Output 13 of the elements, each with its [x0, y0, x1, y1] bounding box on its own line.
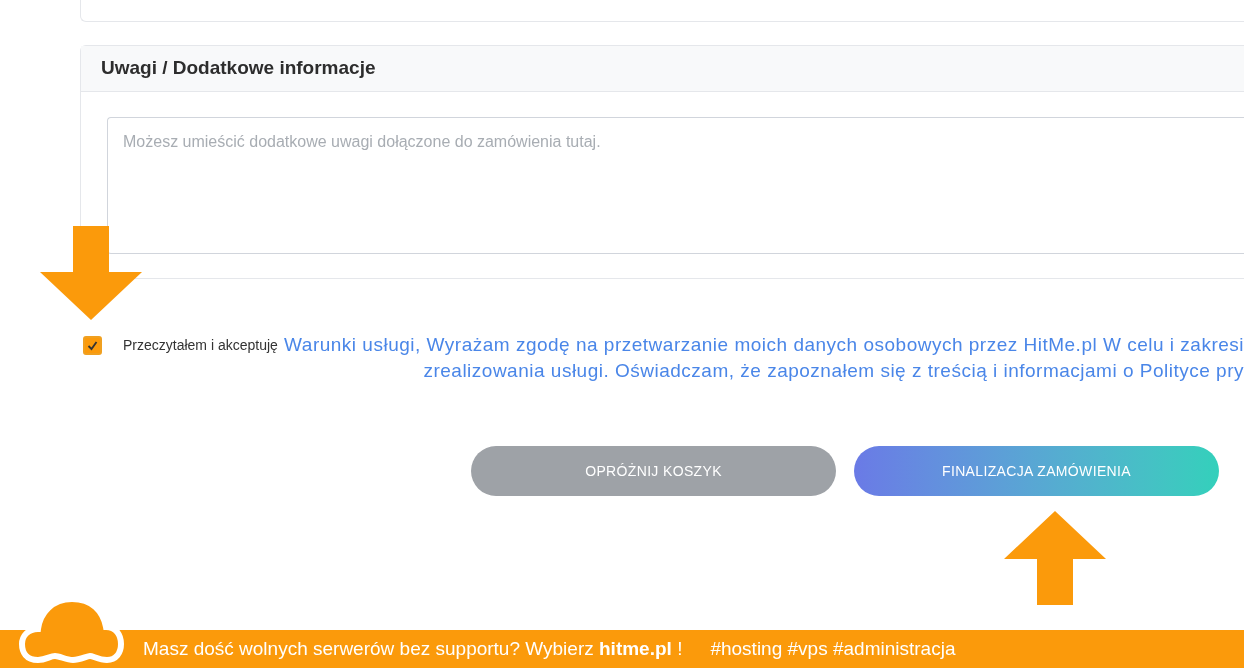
section-title: Uwagi / Dodatkowe informacje	[101, 56, 376, 81]
checkbox[interactable]	[83, 336, 102, 355]
notes-field[interactable]: Możesz umieścić dodatkowe uwagi dołączone do zamówienia tutaj.	[107, 117, 1244, 254]
banner-text: Masz dość wolnych serwerów bez supportu? Wybierz hitme.pl !	[143, 636, 683, 661]
check-icon	[87, 340, 98, 351]
terms-text: Warunki usługi, Wyrażam zgodę na przetwarzanie moich danych osobowych przez HitMe.pl W celu i zakresi zrealizowania usługi. Oświadczam, że zapoznałem się z treścią i informacjami o Polityce pry	[284, 333, 1244, 383]
banner-tags: #hosting #vps #administracja	[710, 634, 956, 664]
arrow-up-icon	[1004, 511, 1106, 605]
checkbox-label: Przeczytałem i akceptuję	[123, 336, 278, 355]
arrow-down-icon	[40, 226, 142, 320]
empty-cart-button[interactable]: OPRÓŻNIJ KOSZYK	[471, 446, 836, 496]
terms-link[interactable]: Warunki usługi	[284, 334, 415, 355]
checkout-button[interactable]: FINALIZACJA ZAMÓWIENIA	[854, 446, 1219, 496]
